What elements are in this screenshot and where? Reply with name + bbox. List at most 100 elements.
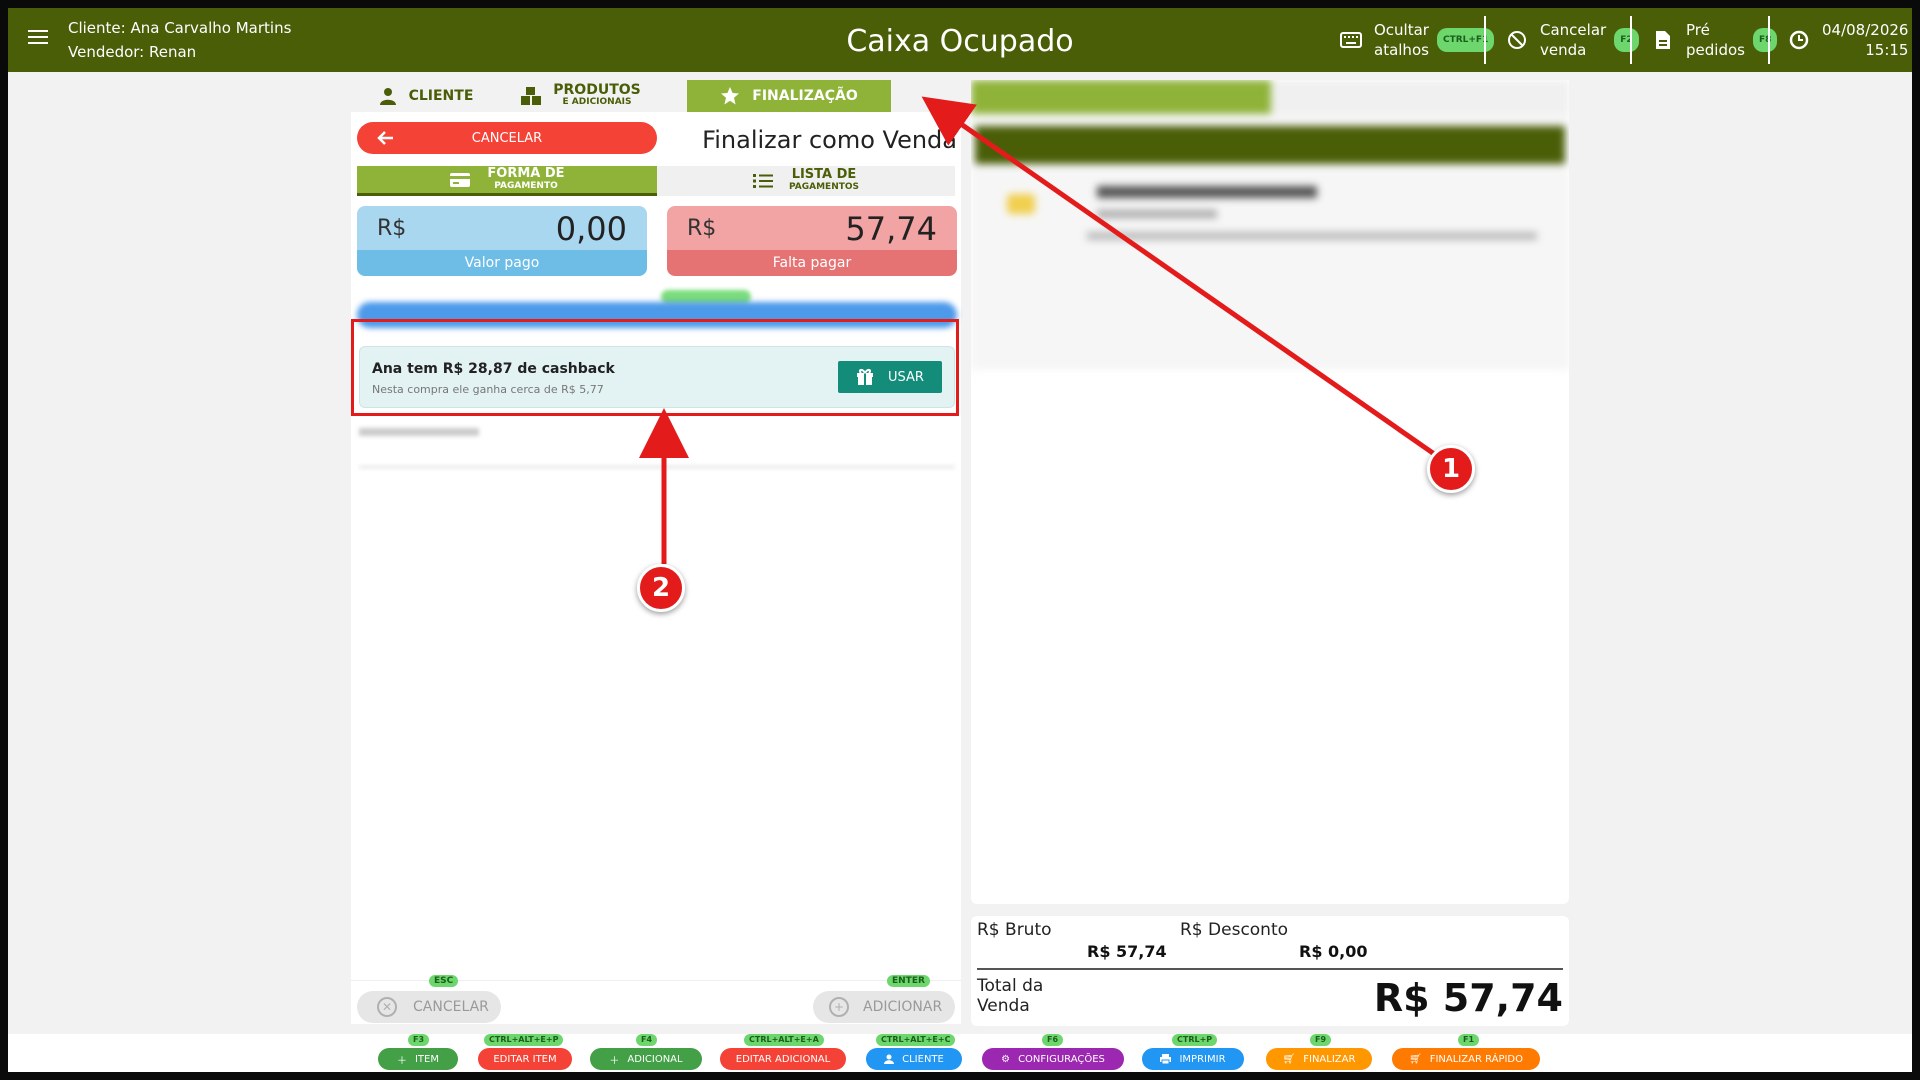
- settings-button[interactable]: ⚙ CONFIGURAÇÕES: [982, 1048, 1124, 1070]
- cancel-sale-button[interactable]: Cancelar venda F2: [1504, 18, 1639, 62]
- settings-label: CONFIGURAÇÕES: [1018, 1053, 1105, 1065]
- amount-paid-currency: R$: [377, 216, 407, 241]
- document-icon: [1650, 27, 1676, 53]
- cancel-sale-label-1: Cancelar: [1540, 21, 1607, 39]
- divider: [1630, 16, 1632, 64]
- add-additional-label: ADICIONAL: [627, 1053, 683, 1065]
- edit-item-label: EDITAR ITEM: [493, 1053, 557, 1065]
- totals-divider: [977, 968, 1563, 970]
- subtab-payment-method-label: FORMA DE: [487, 165, 565, 181]
- amount-paid-label: Valor pago: [357, 250, 647, 276]
- add-item-button[interactable]: ＋ ITEM: [378, 1048, 458, 1070]
- list-icon: [753, 173, 773, 189]
- cancel-finalize-label: CANCELAR: [471, 130, 543, 146]
- star-icon: [720, 86, 740, 106]
- block-icon: [1504, 27, 1530, 53]
- quick-finalize-label: FINALIZAR RÁPIDO: [1429, 1053, 1523, 1065]
- totals-box: R$ Bruto R$ 57,74 R$ Desconto R$ 0,00 To…: [971, 916, 1569, 1026]
- cancel-button[interactable]: ✕ CANCELAR: [357, 991, 501, 1023]
- finalize-label: FINALIZAR: [1303, 1053, 1356, 1065]
- tab-cliente[interactable]: CLIENTE: [351, 80, 481, 112]
- datetime-display: 04/08/2026 15:15: [1786, 18, 1908, 62]
- shortcut-badge: F8: [1752, 28, 1778, 52]
- tab-produtos-label: PRODUTOS: [553, 82, 641, 98]
- hide-shortcuts-label-1: Ocultar: [1374, 21, 1429, 39]
- plus-icon: ＋: [609, 1055, 620, 1067]
- cancel-finalize-button[interactable]: CANCELAR: [357, 122, 657, 154]
- gross-label: R$ Bruto: [977, 920, 1052, 940]
- print-button[interactable]: IMPRIMIR: [1142, 1048, 1244, 1070]
- tab-produtos[interactable]: PRODUTOS E ADICIONAIS: [506, 80, 656, 112]
- annotation-badge-2: 2: [637, 564, 685, 612]
- edit-item-button[interactable]: EDITAR ITEM: [478, 1048, 572, 1070]
- highlight-box: [351, 319, 959, 416]
- subtab-payment-method[interactable]: FORMA DE PAGAMENTO: [357, 166, 657, 196]
- cart-icon: 🛒︎: [1282, 1053, 1296, 1065]
- pre-orders-button[interactable]: Pré pedidos F8: [1650, 18, 1778, 62]
- person-icon: [884, 1054, 895, 1064]
- current-time: 15:15: [1865, 41, 1909, 59]
- enter-shortcut-badge: ENTER: [887, 975, 930, 987]
- app-window: Cliente: Ana Carvalho Martins Vendedor: …: [8, 8, 1912, 1072]
- subtab-payment-method-sublabel: PAGAMENTO: [494, 180, 558, 191]
- amount-due-currency: R$: [687, 216, 717, 241]
- total-value: R$ 57,74: [1373, 976, 1563, 1020]
- edit-additional-button[interactable]: EDITAR ADICIONAL: [720, 1048, 846, 1070]
- total-label-line-1: Total da: [977, 976, 1044, 996]
- panel-footer: ✕ CANCELAR ESC + ADICIONAR ENTER: [351, 975, 961, 1024]
- esc-shortcut-badge: ESC: [429, 975, 459, 987]
- add-additional-shortcut: F4: [636, 1034, 658, 1046]
- add-additional-button[interactable]: ＋ ADICIONAL: [590, 1048, 702, 1070]
- finalize-shortcut: F9: [1310, 1034, 1332, 1046]
- edit-item-shortcut: CTRL+ALT+E+P: [484, 1034, 564, 1046]
- credit-card-icon: [449, 172, 471, 188]
- panel-title: Finalizar como Venda: [702, 126, 957, 154]
- amount-due-value: 57,74: [845, 210, 937, 248]
- main-tabs: CLIENTE PRODUTOS E ADICIONAIS FINALIZAÇÃO: [351, 80, 961, 114]
- current-date: 04/08/2026: [1822, 21, 1909, 39]
- add-payment-button[interactable]: + ADICIONAR: [813, 991, 955, 1023]
- hide-shortcuts-label-2: atalhos: [1374, 41, 1429, 59]
- blurred-payment-field: [359, 428, 955, 468]
- total-label-line-2: Venda: [977, 996, 1030, 1016]
- add-circle-icon: +: [829, 997, 849, 1017]
- client-button-label: CLIENTE: [902, 1053, 944, 1065]
- print-label: IMPRIMIR: [1179, 1053, 1226, 1065]
- add-item-label: ITEM: [414, 1053, 439, 1065]
- subtab-payment-list-sublabel: PAGAMENTOS: [789, 182, 859, 192]
- quick-finalize-shortcut: F1: [1458, 1034, 1480, 1046]
- tab-finalizacao[interactable]: FINALIZAÇÃO: [687, 80, 891, 112]
- tab-cliente-label: CLIENTE: [408, 88, 474, 104]
- arrow-left-icon: [375, 128, 395, 152]
- pre-orders-label-1: Pré: [1686, 21, 1710, 39]
- top-bar: Cliente: Ana Carvalho Martins Vendedor: …: [8, 8, 1912, 72]
- subtab-payment-list[interactable]: LISTA DE PAGAMENTOS: [657, 166, 955, 196]
- finalize-button[interactable]: 🛒︎ FINALIZAR: [1266, 1048, 1372, 1070]
- amount-due-label: Falta pagar: [667, 250, 957, 276]
- cart-icon: 🛒︎: [1409, 1053, 1422, 1065]
- amount-due-box: R$ 57,74 Falta pagar: [667, 206, 957, 276]
- add-payment-label: ADICIONAR: [863, 999, 943, 1015]
- cancel-button-label: CANCELAR: [413, 999, 489, 1015]
- subtab-payment-list-label: LISTA DE: [791, 167, 857, 182]
- keyboard-icon: [1338, 27, 1364, 53]
- close-circle-icon: ✕: [377, 997, 397, 1017]
- print-shortcut: CTRL+P: [1172, 1034, 1218, 1046]
- client-button[interactable]: CLIENTE: [866, 1048, 962, 1070]
- hide-shortcuts-button[interactable]: Ocultar atalhos CTRL+F1: [1338, 18, 1495, 62]
- amount-paid-value: 0,00: [555, 210, 627, 248]
- settings-shortcut: F6: [1042, 1034, 1064, 1046]
- total-label: Total da Venda: [977, 976, 1043, 1016]
- cancel-sale-label-2: venda: [1540, 41, 1587, 59]
- add-item-shortcut: F3: [408, 1034, 430, 1046]
- edit-additional-shortcut: CTRL+ALT+E+A: [744, 1034, 824, 1046]
- divider: [1484, 16, 1486, 64]
- tab-finalizacao-label: FINALIZAÇÃO: [752, 88, 858, 104]
- amount-paid-box: R$ 0,00 Valor pago: [357, 206, 647, 276]
- quick-finalize-button[interactable]: 🛒︎ FINALIZAR RÁPIDO: [1392, 1048, 1540, 1070]
- discount-label: R$ Desconto: [1180, 920, 1289, 940]
- discount-value: R$ 0,00: [1299, 942, 1368, 961]
- shortcut-badge: F2: [1614, 28, 1639, 52]
- edit-additional-label: EDITAR ADICIONAL: [735, 1053, 831, 1065]
- items-panel: [971, 80, 1569, 904]
